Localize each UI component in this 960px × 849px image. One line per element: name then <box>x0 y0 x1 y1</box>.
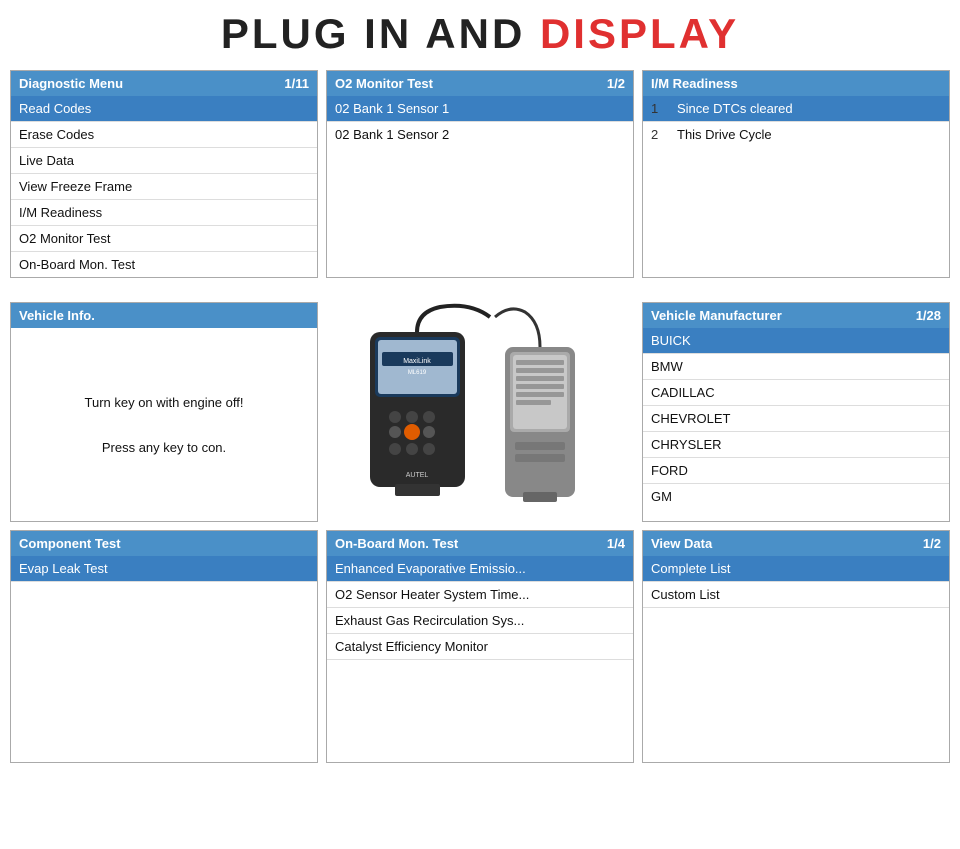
vehicle-info-text2: Press any key to con. <box>102 440 226 455</box>
component-test-empty <box>11 582 317 642</box>
o2-monitor-test-page: 1/2 <box>607 76 625 91</box>
view-data-title: View Data <box>651 536 712 551</box>
diagnostic-menu-title: Diagnostic Menu <box>19 76 123 91</box>
diagnostic-menu-page: 1/11 <box>284 76 309 91</box>
view-data-empty <box>643 608 949 668</box>
view-data-header: View Data 1/2 <box>643 531 949 556</box>
onboard-mon-test-panel: On-Board Mon. Test 1/4 Enhanced Evaporat… <box>326 530 634 763</box>
device-image: MaxiLink ML619 AUTEL <box>326 302 634 522</box>
vm-item-bmw[interactable]: BMW <box>643 354 949 380</box>
vm-item-ford[interactable]: FORD <box>643 458 949 484</box>
vehicle-manufacturer-panel: Vehicle Manufacturer 1/28 BUICK BMW CADI… <box>642 302 950 522</box>
o2-monitor-item-bank1-sensor1[interactable]: 02 Bank 1 Sensor 1 <box>327 96 633 122</box>
im-readiness-title: I/M Readiness <box>651 76 738 91</box>
o2-monitor-item-bank1-sensor2[interactable]: 02 Bank 1 Sensor 2 <box>327 122 633 147</box>
diagnostic-menu-item-im-readiness[interactable]: I/M Readiness <box>11 200 317 226</box>
view-data-panel: View Data 1/2 Complete List Custom List <box>642 530 950 763</box>
im-readiness-item-drive-cycle[interactable]: 2 This Drive Cycle <box>643 122 949 147</box>
im-readiness-header: I/M Readiness <box>643 71 949 96</box>
svg-text:MaxiLink: MaxiLink <box>403 358 431 365</box>
vm-item-chrysler[interactable]: CHRYSLER <box>643 432 949 458</box>
vehicle-manufacturer-header: Vehicle Manufacturer 1/28 <box>643 303 949 328</box>
component-test-title: Component Test <box>19 536 121 551</box>
device-svg: MaxiLink ML619 AUTEL <box>340 302 620 522</box>
omt-item-catalyst[interactable]: Catalyst Efficiency Monitor <box>327 634 633 660</box>
omt-item-o2-heater[interactable]: O2 Sensor Heater System Time... <box>327 582 633 608</box>
ct-item-evap-leak[interactable]: Evap Leak Test <box>11 556 317 582</box>
vehicle-manufacturer-title: Vehicle Manufacturer <box>651 308 782 323</box>
view-data-page: 1/2 <box>923 536 941 551</box>
diagnostic-menu-item-o2-monitor-test[interactable]: O2 Monitor Test <box>11 226 317 252</box>
title-prefix: PLUG IN AND <box>221 10 540 57</box>
svg-text:AUTEL: AUTEL <box>406 472 429 479</box>
diagnostic-menu-item-onboard-mon-test[interactable]: On-Board Mon. Test <box>11 252 317 277</box>
view-data-empty2 <box>643 668 949 728</box>
vehicle-manufacturer-page: 1/28 <box>916 308 941 323</box>
vm-item-gm[interactable]: GM <box>643 484 949 509</box>
vm-item-chevrolet[interactable]: CHEVROLET <box>643 406 949 432</box>
vd-item-complete-list[interactable]: Complete List <box>643 556 949 582</box>
onboard-mon-test-page: 1/4 <box>607 536 625 551</box>
onboard-mon-test-header: On-Board Mon. Test 1/4 <box>327 531 633 556</box>
vm-item-buick[interactable]: BUICK <box>643 328 949 354</box>
im-readiness-panel: I/M Readiness 1 Since DTCs cleared 2 Thi… <box>642 70 950 278</box>
vehicle-info-panel: Vehicle Info. Turn key on with engine of… <box>10 302 318 522</box>
vd-item-custom-list[interactable]: Custom List <box>643 582 949 608</box>
title-highlight: DISPLAY <box>540 10 739 57</box>
omt-item-exhaust-gas[interactable]: Exhaust Gas Recirculation Sys... <box>327 608 633 634</box>
vehicle-info-body: Turn key on with engine off! Press any k… <box>11 328 317 521</box>
onboard-mon-test-title: On-Board Mon. Test <box>335 536 458 551</box>
o2-monitor-test-header: O2 Monitor Test 1/2 <box>327 71 633 96</box>
svg-text:ML619: ML619 <box>408 370 427 376</box>
component-test-header: Component Test <box>11 531 317 556</box>
diagnostic-menu-item-live-data[interactable]: Live Data <box>11 148 317 174</box>
diagnostic-menu-header: Diagnostic Menu 1/11 <box>11 71 317 96</box>
diagnostic-menu-item-view-freeze-frame[interactable]: View Freeze Frame <box>11 174 317 200</box>
diagnostic-menu-item-erase-codes[interactable]: Erase Codes <box>11 122 317 148</box>
omt-item-enhanced-evap[interactable]: Enhanced Evaporative Emissio... <box>327 556 633 582</box>
im-readiness-item-since-dtcs[interactable]: 1 Since DTCs cleared <box>643 96 949 122</box>
component-test-empty3 <box>11 702 317 762</box>
diagnostic-menu-panel: Diagnostic Menu 1/11 Read Codes Erase Co… <box>10 70 318 278</box>
vehicle-info-text1: Turn key on with engine off! <box>85 395 244 410</box>
vehicle-info-header: Vehicle Info. <box>11 303 317 328</box>
vm-item-cadillac[interactable]: CADILLAC <box>643 380 949 406</box>
vehicle-info-title: Vehicle Info. <box>19 308 95 323</box>
omt-empty <box>327 660 633 720</box>
component-test-empty2 <box>11 642 317 702</box>
o2-monitor-test-title: O2 Monitor Test <box>335 76 433 91</box>
hero-title: PLUG IN AND DISPLAY <box>10 10 950 58</box>
diagnostic-menu-item-read-codes[interactable]: Read Codes <box>11 96 317 122</box>
component-test-panel: Component Test Evap Leak Test <box>10 530 318 763</box>
o2-monitor-test-panel: O2 Monitor Test 1/2 02 Bank 1 Sensor 1 0… <box>326 70 634 278</box>
